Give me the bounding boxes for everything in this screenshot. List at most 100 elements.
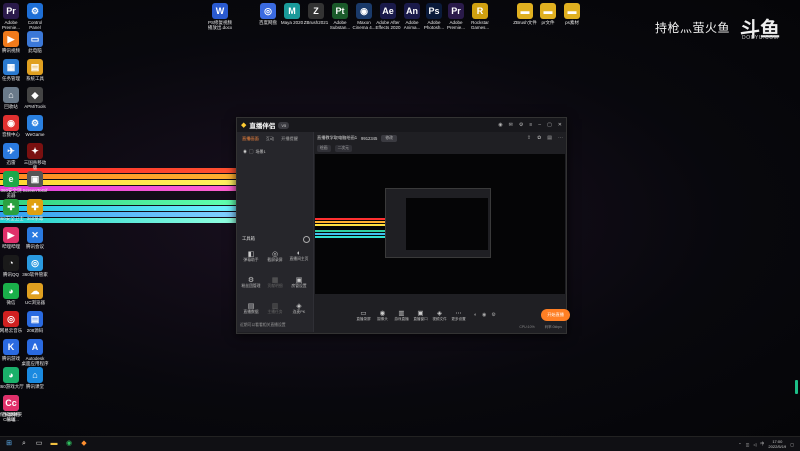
minimize-icon[interactable]: –: [538, 122, 541, 128]
eye-icon[interactable]: ◉: [243, 149, 247, 154]
desktop-icon[interactable]: ▤ 系统工具: [14, 59, 56, 81]
category-chip-2[interactable]: 二次元: [334, 145, 352, 152]
scene-name: 场景1: [255, 149, 266, 154]
source-tool-label: 游戏直播: [394, 316, 409, 321]
category-chip[interactable]: 绘画: [317, 145, 331, 152]
message-icon[interactable]: ✉: [509, 122, 513, 128]
app-logo-icon: ◆: [241, 122, 247, 129]
volume-icon[interactable]: ◁: [753, 442, 756, 447]
preview-stripe: [315, 224, 385, 226]
bottom-note[interactable]: 近期可以看看相关直播设置: [240, 323, 286, 328]
preview-stripe: [315, 233, 385, 235]
close-icon[interactable]: ✕: [558, 122, 562, 128]
toolbox-item-icon: ▦: [271, 277, 279, 284]
menu-icon[interactable]: ≡: [529, 122, 532, 128]
tab-interaction[interactable]: 互动: [266, 136, 274, 142]
file-explorer-icon[interactable]: ▬: [48, 438, 60, 450]
desktop-icon[interactable]: ⚙ WeGame: [14, 115, 56, 137]
toolbox-item[interactable]: ▥ 主播任务: [263, 302, 287, 315]
app-icon: W: [212, 3, 228, 19]
mic-icon[interactable]: ◉: [482, 312, 486, 318]
search-icon[interactable]: ⌕: [18, 438, 30, 450]
source-tool-button[interactable]: ▣ 直播窗口: [411, 309, 430, 322]
desktop-icon[interactable]: ⚙ Control Panel: [14, 3, 56, 30]
share-icon[interactable]: ⇪: [527, 135, 531, 141]
bitrate-status: 码率:0kbps: [544, 325, 562, 329]
toolbox-item[interactable]: ▣ 房管设置: [287, 276, 311, 289]
tab-reminder[interactable]: 开播提醒: [281, 136, 298, 142]
toolbox-item[interactable]: ▦ 贡献明细: [263, 276, 287, 289]
toolbox-item[interactable]: ⚙ 粉丝团管理: [239, 276, 263, 289]
preview-stripe: [315, 236, 385, 238]
app-icon: ◆: [27, 87, 43, 103]
main-panel: 直播教学取电脑绘画1 9912345 修改 ⇪ ✿ ▤ ⋯ 绘画 二次元 ▭ 直…: [314, 132, 570, 332]
source-tool-button[interactable]: ▥ 游戏直播: [392, 309, 411, 322]
network-icon[interactable]: ◫: [746, 442, 750, 447]
tab-live-scene[interactable]: 直播画面: [242, 136, 259, 142]
desktop-icon[interactable]: W PS修复视频 播放出.docx: [200, 3, 240, 30]
desktop-icon[interactable]: ▣ ScreenToGif: [14, 171, 56, 193]
source-tool-button[interactable]: ⋯ 更多设置: [449, 309, 468, 322]
desktop-icon-label: 此电脑: [28, 48, 42, 53]
toolbox-item-icon: ◎: [271, 251, 279, 258]
more-icon[interactable]: ⋯: [558, 135, 563, 141]
desktop-icon[interactable]: ✦ 三国杀移动 版: [14, 143, 56, 170]
desktop-icon[interactable]: ◆ APM/Tools: [14, 87, 56, 109]
source-tool-label: 直播录屏: [356, 316, 371, 321]
edit-room-button[interactable]: 修改: [381, 134, 397, 142]
start-live-button[interactable]: 开始直播: [541, 309, 570, 321]
desktop-icon[interactable]: A Autodesk 桌面应用程序: [14, 339, 56, 366]
desktop-icon[interactable]: ▬ ps素材: [552, 3, 592, 25]
scene-row[interactable]: ◉ ▢ 场景1: [237, 146, 313, 158]
desktop-icon[interactable]: ⌂ 腾讯课堂: [14, 367, 56, 389]
live-app-taskbar-icon[interactable]: ◆: [78, 438, 90, 450]
toolbox-help-icon[interactable]: [303, 236, 310, 243]
preview-stripe: [315, 230, 385, 232]
source-tool-button[interactable]: ◉ 摄像头: [373, 309, 392, 322]
side-scroll-indicator[interactable]: [795, 380, 798, 394]
windows-start-icon[interactable]: ⊞: [3, 438, 15, 450]
toolbox-item[interactable]: ◈ 连麦PK: [287, 302, 311, 315]
desktop-icon-label: WeGame: [25, 132, 45, 137]
tray-up-icon[interactable]: ⌃: [738, 442, 741, 447]
gear-icon[interactable]: ⚙: [491, 312, 495, 318]
browser-icon[interactable]: ◉: [63, 438, 75, 450]
desktop-icon-label: 腾讯课堂: [26, 384, 44, 389]
settings-icon[interactable]: ⚙: [519, 122, 523, 128]
toolbox-item[interactable]: ◎ 截屏录屏: [263, 250, 287, 263]
audio-icon[interactable]: ◐: [474, 312, 477, 318]
left-tabs: 直播画面 互动 开播提醒: [237, 132, 313, 146]
desktop-icon-label: ScreenToGif: [22, 188, 48, 193]
toolbox-item[interactable]: ▤ 直播数据: [239, 302, 263, 315]
desktop-icon[interactable]: ▭ 此电脑: [14, 31, 56, 53]
toolbox-item[interactable]: ◐ 直播间主页: [287, 250, 311, 262]
desktop-icon[interactable]: ✚ 360杀毒: [14, 199, 56, 221]
app-icon: ⌂: [27, 367, 43, 383]
desktop-icon[interactable]: ☁ UC浏览器: [14, 283, 56, 305]
source-tool-icon: ▥: [398, 309, 405, 317]
desktop-icon[interactable]: ◎ 360软件管家: [14, 255, 56, 277]
source-tool-button[interactable]: ◈ 视频文件: [430, 309, 449, 322]
input-method-icon[interactable]: 中: [760, 441, 764, 447]
desktop-icon-label: 腾讯会议: [26, 244, 44, 249]
desktop-icon[interactable]: ▤ 208源码: [14, 311, 56, 333]
category-row: 绘画 二次元: [314, 144, 566, 153]
lock-icon[interactable]: ▢: [249, 149, 253, 154]
gift-icon[interactable]: ✿: [537, 135, 541, 141]
toolbox-item-label: 粉丝团管理: [241, 284, 261, 288]
clock[interactable]: 17:00 2022/5/19: [768, 439, 786, 449]
app-icon: ▣: [27, 171, 43, 187]
desktop-icon[interactable]: ✕ 腾讯会议: [14, 227, 56, 249]
desktop-icon[interactable]: Cc Adobe Creati...: [0, 395, 32, 422]
app-icon: ◎: [27, 255, 43, 271]
desktop-icon[interactable]: R Rockstar Games...: [460, 3, 500, 30]
toolbox-item-label: 直播数据: [243, 310, 259, 314]
avatar-icon[interactable]: ◉: [498, 122, 502, 128]
toolbox-item[interactable]: ◧ 弹幕助手: [239, 250, 263, 263]
live-preview[interactable]: [315, 154, 565, 294]
rank-icon[interactable]: ▤: [547, 135, 552, 141]
notification-icon[interactable]: ▢: [790, 442, 794, 447]
maximize-icon[interactable]: ▢: [547, 122, 552, 128]
source-tool-button[interactable]: ▭ 直播录屏: [354, 309, 373, 322]
task-view-icon[interactable]: ▭: [33, 438, 45, 450]
